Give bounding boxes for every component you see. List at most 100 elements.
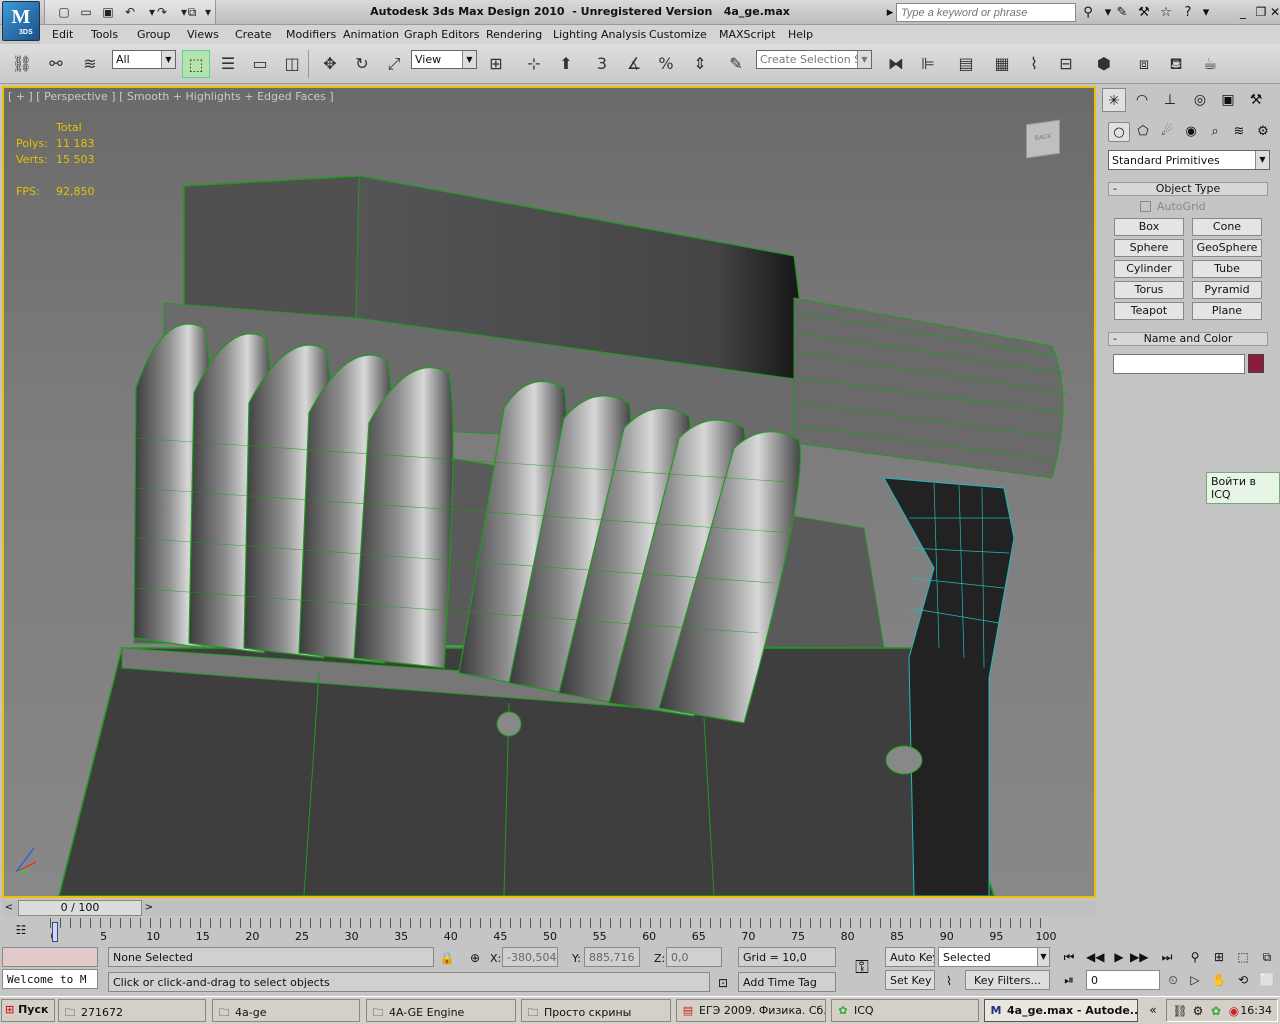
sphere-button[interactable]: Sphere [1114,239,1184,257]
chevron-left-icon[interactable]: < [2,900,16,916]
menu-views[interactable]: Views [187,28,219,41]
object-name-input[interactable] [1113,354,1245,374]
track-cursor[interactable] [52,922,58,942]
autogrid-checkbox[interactable]: AutoGrid [1140,200,1206,213]
render-setup-icon[interactable]: ⧈ [1130,50,1158,78]
geometry-category-icon[interactable]: ○ [1108,122,1130,142]
undo-icon[interactable]: ↶ [121,3,139,21]
engine-model[interactable] [4,88,1094,896]
zoom-extents-icon[interactable]: ⬚ [1234,948,1252,966]
motion-panel-icon[interactable]: ◎ [1188,88,1212,112]
menu-customize[interactable]: Customize [649,28,707,41]
perspective-viewport[interactable]: [ + ] [ Perspective ] [ Smooth + Highlig… [2,86,1096,898]
cylinder-button[interactable]: Cylinder [1114,260,1184,278]
object-type-rollout[interactable]: - Object Type [1108,182,1268,196]
new-file-icon[interactable]: ▢ [55,3,73,21]
taskbar-item-screenshots[interactable]: 🗀 Просто скрины [521,999,671,1022]
next-frame-icon[interactable]: ▶▶ [1130,948,1148,966]
icq-tooltip[interactable]: Войти в ICQ [1206,472,1280,504]
mini-curve-editor-icon[interactable]: ☷ [12,921,30,939]
curve-editor-icon[interactable]: ⌇ [1020,50,1048,78]
pivot-center-icon[interactable]: ⊞ [482,50,510,78]
comm-center-icon[interactable]: ⚒ [1134,3,1154,22]
plane-button[interactable]: Plane [1192,302,1262,320]
taskbar-item-icq[interactable]: ✿ ICQ [831,999,979,1022]
pan-icon[interactable]: ✋ [1210,971,1228,989]
select-rotate-icon[interactable]: ↻ [348,50,376,78]
chevron-right-icon[interactable]: > [142,900,156,916]
application-button[interactable]: M 3DS [2,1,40,41]
edit-named-selection-icon[interactable]: ✎ [722,50,750,78]
goto-start-icon[interactable]: ⏮ [1060,948,1078,966]
named-selection-dropdown[interactable]: Create Selection Se ▼ [756,50,872,69]
y-coord-field[interactable]: 885,716 [584,947,640,967]
menu-help[interactable]: Help [788,28,813,41]
taskbar-item-4a-ge[interactable]: 🗀 4a-ge [212,999,360,1022]
open-file-icon[interactable]: ▭ [77,3,95,21]
taskbar-item-4a-ge-engine[interactable]: 🗀 4A-GE Engine [366,999,516,1022]
menu-lighting-analysis[interactable]: Lighting Analysis [553,28,646,41]
material-editor-icon[interactable]: ⬢ [1090,50,1118,78]
selection-filter-dropdown[interactable]: All ▼ [112,50,176,69]
bind-space-warp-icon[interactable]: ≋ [76,50,104,78]
display-panel-icon[interactable]: ▣ [1216,88,1240,112]
add-time-tag-button[interactable]: Add Time Tag [738,972,836,992]
torus-button[interactable]: Torus [1114,281,1184,299]
space-warps-category-icon[interactable]: ≋ [1228,122,1250,142]
menu-group[interactable]: Group [137,28,171,41]
taskbar-item-3dsmax[interactable]: M 4a_ge.max - Autode... [984,999,1138,1022]
box-button[interactable]: Box [1114,218,1184,236]
key-mode-toggle-icon[interactable]: ⏯ [1060,971,1078,989]
icq-tray-icon[interactable]: ✿ [1207,1002,1225,1020]
window-crossing-icon[interactable]: ◫ [278,50,306,78]
start-button[interactable]: ⊞ Пуск [1,999,55,1022]
zoom-icon[interactable]: ⚲ [1186,948,1204,966]
teapot-button[interactable]: Teapot [1114,302,1184,320]
tube-button[interactable]: Tube [1192,260,1262,278]
key-icon[interactable]: ⚿ [848,959,876,977]
taskbar-item-271672[interactable]: 🗀 271672 [58,999,206,1022]
reference-coordinate-dropdown[interactable]: View ▼ [411,50,477,69]
time-configuration-icon[interactable]: ⏲ [1164,971,1182,989]
maximize-viewport-icon[interactable]: ⬜ [1258,971,1276,989]
tray-expand-icon[interactable]: « [1144,1001,1162,1019]
hierarchy-panel-icon[interactable]: ⊥ [1158,88,1182,112]
graphite-tools-icon[interactable]: ▦ [988,50,1016,78]
goto-end-icon[interactable]: ⏭ [1158,948,1176,966]
keyboard-shortcut-icon[interactable]: ⬆ [552,50,580,78]
key-mode-dropdown[interactable]: Selected ▼ [938,947,1050,967]
lights-category-icon[interactable]: ☄ [1156,122,1178,142]
play-icon[interactable]: ▶ [1110,948,1128,966]
orbit-icon[interactable]: ⟲ [1234,971,1252,989]
auto-key-button[interactable]: Auto Key [885,947,935,967]
time-slider-thumb[interactable]: 0 / 100 [18,900,142,916]
lock-icon[interactable]: 🔒 [438,949,456,967]
select-link-icon[interactable]: ⛓ [8,50,36,78]
zoom-extents-all-icon[interactable]: ⧉ [1258,948,1276,966]
primitive-type-dropdown[interactable]: Standard Primitives ▼ [1108,150,1270,170]
zoom-all-icon[interactable]: ⊞ [1210,948,1228,966]
systems-category-icon[interactable]: ⚙ [1252,122,1274,142]
key-tangent-icon[interactable]: ⌇ [940,972,958,990]
mirror-icon[interactable]: ⧓ [882,50,910,78]
select-object-icon[interactable]: ⬚ [182,50,210,78]
subscription-icon[interactable]: ✎ [1112,3,1132,22]
redo-icon[interactable]: ↷ [153,3,171,21]
layer-manager-icon[interactable]: ▤ [952,50,980,78]
maxscript-mini-listener[interactable]: Welcome to M [2,969,98,989]
previous-frame-icon[interactable]: ◀◀ [1086,948,1104,966]
menu-graph-editors[interactable]: Graph Editors [404,28,480,41]
name-and-color-rollout[interactable]: - Name and Color [1108,332,1268,346]
absolute-mode-icon[interactable]: ⊕ [466,949,484,967]
maxscript-mini-listener-top[interactable] [2,947,98,967]
track-bar[interactable]: 0510152025303540455055606570758085909510… [50,918,1057,944]
angle-snap-icon[interactable]: ∡ [620,50,648,78]
menu-edit[interactable]: Edit [52,28,73,41]
cone-button[interactable]: Cone [1192,218,1262,236]
favorites-star-icon[interactable]: ☆ [1156,3,1176,22]
render-production-icon[interactable]: ☕ [1196,50,1224,78]
time-tag-icon[interactable]: ⊡ [714,974,732,992]
utilities-panel-icon[interactable]: ⚒ [1244,88,1268,112]
viewcube[interactable]: BACK [1026,119,1060,159]
menu-modifiers[interactable]: Modifiers [286,28,336,41]
